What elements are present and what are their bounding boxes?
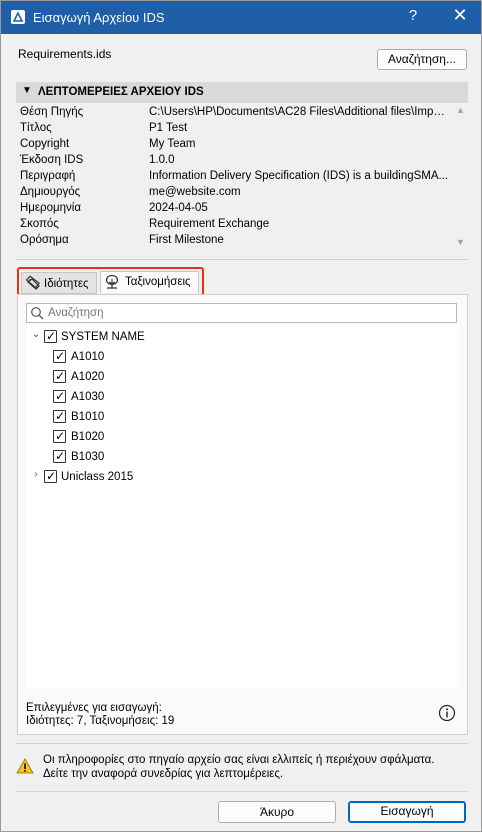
detail-row: Ορόσημα First Milestone [16,233,452,249]
checkbox[interactable]: ✓ [53,349,66,363]
details-scrollbar[interactable]: ▲ ▼ [452,103,468,251]
browse-button[interactable]: Αναζήτηση... [377,49,467,70]
detail-value: 2024-04-05 [149,202,208,214]
expand-chevron-down-icon[interactable]: ⌄ [31,329,41,340]
scroll-up-arrow-icon[interactable]: ▲ [456,105,465,115]
detail-key: Έκδοση IDS [20,154,84,166]
tree-node-label: B1010 [71,411,105,423]
details-header-label: ΛΕΠΤΟΜΕΡΕΙΕΣ ΑΡΧΕΙΟΥ IDS [38,86,204,98]
scroll-down-arrow-icon[interactable]: ▼ [456,237,465,247]
detail-key: Copyright [20,138,70,150]
detail-key: Σκοπός [20,218,59,230]
cancel-button[interactable]: Άκυρο [218,801,336,823]
tree-node-label: B1030 [71,451,105,463]
detail-row: Θέση Πηγής C:\Users\HP\Documents\AC28 Fi… [16,105,452,121]
summary-line-1: Επιλεγμένες για εισαγωγή: [26,702,162,714]
divider [16,259,468,260]
help-button[interactable]: ? [405,7,421,24]
classification-tree: ⌄ ✓ SYSTEM NAME ✓ A1010 ✓ A1020 ✓ A1030 … [27,325,457,688]
checkbox[interactable]: ✓ [53,429,66,443]
tree-node-child[interactable]: ✓ A1010 [53,348,253,366]
details-list: Θέση Πηγής C:\Users\HP\Documents\AC28 Fi… [16,103,468,251]
tab-properties-label: Ιδιότητες [44,278,89,290]
tree-node-label: A1010 [71,351,105,363]
detail-key: Ορόσημα [20,234,69,246]
detail-row: Copyright My Team [16,137,452,153]
detail-key: Θέση Πηγής [20,106,84,118]
expand-chevron-right-icon[interactable]: › [31,469,41,480]
info-icon[interactable] [438,704,456,722]
search-input[interactable] [48,305,448,321]
detail-value: My Team [149,138,196,150]
checkbox[interactable]: ✓ [53,449,66,463]
tree-node-label: B1020 [71,431,105,443]
import-ids-dialog: Εισαγωγή Αρχείου IDS ? ✕ Requirements.id… [0,0,482,832]
tab-properties[interactable]: Ιδιότητες [21,272,97,294]
details-section-header[interactable]: ▼ ΛΕΠΤΟΜΕΡΕΙΕΣ ΑΡΧΕΙΟΥ IDS [16,82,468,103]
detail-value: C:\Users\HP\Documents\AC28 Files\Additio… [149,106,449,118]
import-button[interactable]: Εισαγωγή [348,801,466,823]
collapse-triangle-icon[interactable]: ▼ [22,85,32,96]
file-name-label: Requirements.ids [18,47,112,61]
warning-line-2: Δείτε την αναφορά συνεδρίας για λεπτομέρ… [43,768,284,780]
tree-node-child[interactable]: ✓ B1020 [53,428,253,446]
warning-line-1: Οι πληροφορίες στο πηγαίο αρχείο σας είν… [43,754,435,766]
checkbox[interactable]: ✓ [53,409,66,423]
search-icon [31,307,44,320]
detail-key: Τίτλος [20,122,52,134]
detail-row: Σκοπός Requirement Exchange [16,217,452,233]
checkbox[interactable]: ✓ [44,469,57,483]
detail-row: Δημιουργός me@website.com [16,185,452,201]
tree-node-label: A1020 [71,371,105,383]
detail-key: Ημερομηνία [20,202,81,214]
tree-node-system-name[interactable]: ⌄ ✓ SYSTEM NAME [31,328,331,346]
detail-value: First Milestone [149,234,224,246]
tree-node-label: SYSTEM NAME [61,331,145,343]
selection-summary: Επιλεγμένες για εισαγωγή: Ιδιότητες: 7, … [26,702,174,728]
tree-node-label: A1030 [71,391,105,403]
window-title: Εισαγωγή Αρχείου IDS [33,10,165,25]
warning-icon [16,758,34,774]
tree-node-uniclass[interactable]: › ✓ Uniclass 2015 [31,468,331,486]
detail-value: Information Delivery Specification (IDS)… [149,170,449,182]
divider [16,791,468,792]
tab-classifications[interactable]: Ταξινομήσεις [100,271,199,293]
tree-node-child[interactable]: ✓ A1020 [53,368,253,386]
divider [16,743,468,744]
tab-classifications-label: Ταξινομήσεις [125,276,191,288]
classification-tree-icon [105,274,119,289]
detail-value: Requirement Exchange [149,218,270,230]
checkbox[interactable]: ✓ [53,369,66,383]
detail-value: P1 Test [149,122,188,134]
detail-value: me@website.com [149,186,241,198]
search-box[interactable] [26,303,457,323]
tree-node-child[interactable]: ✓ B1030 [53,448,253,466]
tag-icon [25,275,40,290]
summary-line-2: Ιδιότητες: 7, Ταξινομήσεις: 19 [26,715,175,727]
detail-key: Περιγραφή [20,170,76,182]
detail-key: Δημιουργός [20,186,81,198]
detail-row: Έκδοση IDS 1.0.0 [16,153,452,169]
warning-message: Οι πληροφορίες στο πηγαίο αρχείο σας είν… [43,753,463,781]
tree-node-label: Uniclass 2015 [61,471,134,483]
tree-node-child[interactable]: ✓ A1030 [53,388,253,406]
checkbox[interactable]: ✓ [44,329,57,343]
app-icon [11,10,25,24]
detail-row: Περιγραφή Information Delivery Specifica… [16,169,452,185]
tree-node-child[interactable]: ✓ B1010 [53,408,253,426]
detail-row: Τίτλος P1 Test [16,121,452,137]
title-bar: Εισαγωγή Αρχείου IDS ? ✕ [1,1,481,34]
detail-row: Ημερομηνία 2024-04-05 [16,201,452,217]
close-button[interactable]: ✕ [450,5,470,26]
detail-value: 1.0.0 [149,154,175,166]
checkbox[interactable]: ✓ [53,389,66,403]
